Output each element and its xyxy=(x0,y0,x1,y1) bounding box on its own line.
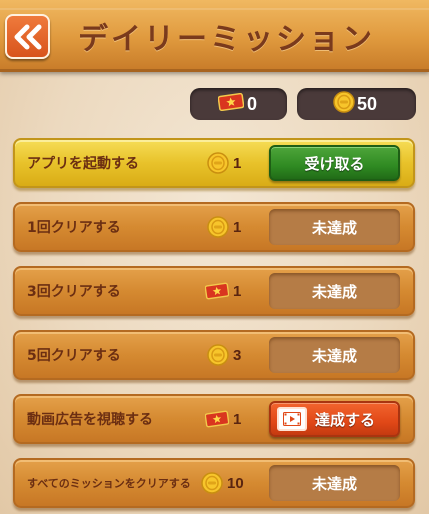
back-button[interactable] xyxy=(5,14,50,59)
ticket-icon xyxy=(205,282,229,300)
mission-row: 動画広告を視聴する 1 達成する xyxy=(13,394,415,444)
mission-label: 3回クリアする xyxy=(27,284,121,300)
reward-amount: 10 xyxy=(227,474,244,492)
ticket-icon xyxy=(217,92,245,115)
ticket-icon xyxy=(205,410,229,428)
mission-row: すべてのミッションをクリアする 10 未達成 xyxy=(13,458,415,508)
mission-reward: 10 xyxy=(201,460,244,506)
mission-label: アプリを起動する xyxy=(27,156,139,172)
mission-row: 3回クリアする 1 未達成 xyxy=(13,266,415,316)
ticket-count: 0 xyxy=(247,93,258,114)
reward-amount: 1 xyxy=(233,410,242,428)
double-chevron-left-icon xyxy=(14,24,41,49)
mission-reward: 1 xyxy=(207,204,241,250)
reward-amount: 3 xyxy=(233,346,242,364)
ticket-balance: 0 xyxy=(190,88,287,120)
header-bar: デイリーミッション xyxy=(0,0,429,72)
watch-ad-label: 達成する xyxy=(315,410,376,429)
mission-row: アプリを起動する 1 受け取る xyxy=(13,138,415,188)
mission-row: 1回クリアする 1 未達成 xyxy=(13,202,415,252)
coin-icon xyxy=(207,152,229,174)
claim-button[interactable]: 受け取る xyxy=(269,145,400,181)
reward-amount: 1 xyxy=(233,218,242,236)
coin-icon xyxy=(207,216,229,238)
incomplete-button[interactable]: 未達成 xyxy=(269,337,400,373)
incomplete-button[interactable]: 未達成 xyxy=(269,209,400,245)
mission-label: すべてのミッションをクリアする xyxy=(27,477,191,490)
reward-amount: 1 xyxy=(233,282,242,300)
mission-label: 動画広告を視聴する xyxy=(27,412,153,428)
mission-row: 5回クリアする 3 未達成 xyxy=(13,330,415,380)
reward-amount: 1 xyxy=(233,154,242,172)
page-title: デイリーミッション xyxy=(78,22,375,57)
mission-reward: 1 xyxy=(205,268,241,314)
coin-icon xyxy=(333,91,355,117)
coin-balance: 50 xyxy=(297,88,416,120)
coin-icon xyxy=(201,472,223,494)
incomplete-button[interactable]: 未達成 xyxy=(269,273,400,309)
mission-label: 5回クリアする xyxy=(27,348,121,364)
mission-label: 1回クリアする xyxy=(27,220,121,236)
incomplete-button[interactable]: 未達成 xyxy=(269,465,400,501)
mission-reward: 1 xyxy=(207,140,241,186)
video-play-icon xyxy=(277,407,307,431)
coin-count: 50 xyxy=(357,93,378,114)
mission-reward: 3 xyxy=(207,332,241,378)
watch-ad-button[interactable]: 達成する xyxy=(269,401,400,437)
mission-reward: 1 xyxy=(205,396,241,442)
coin-icon xyxy=(207,344,229,366)
